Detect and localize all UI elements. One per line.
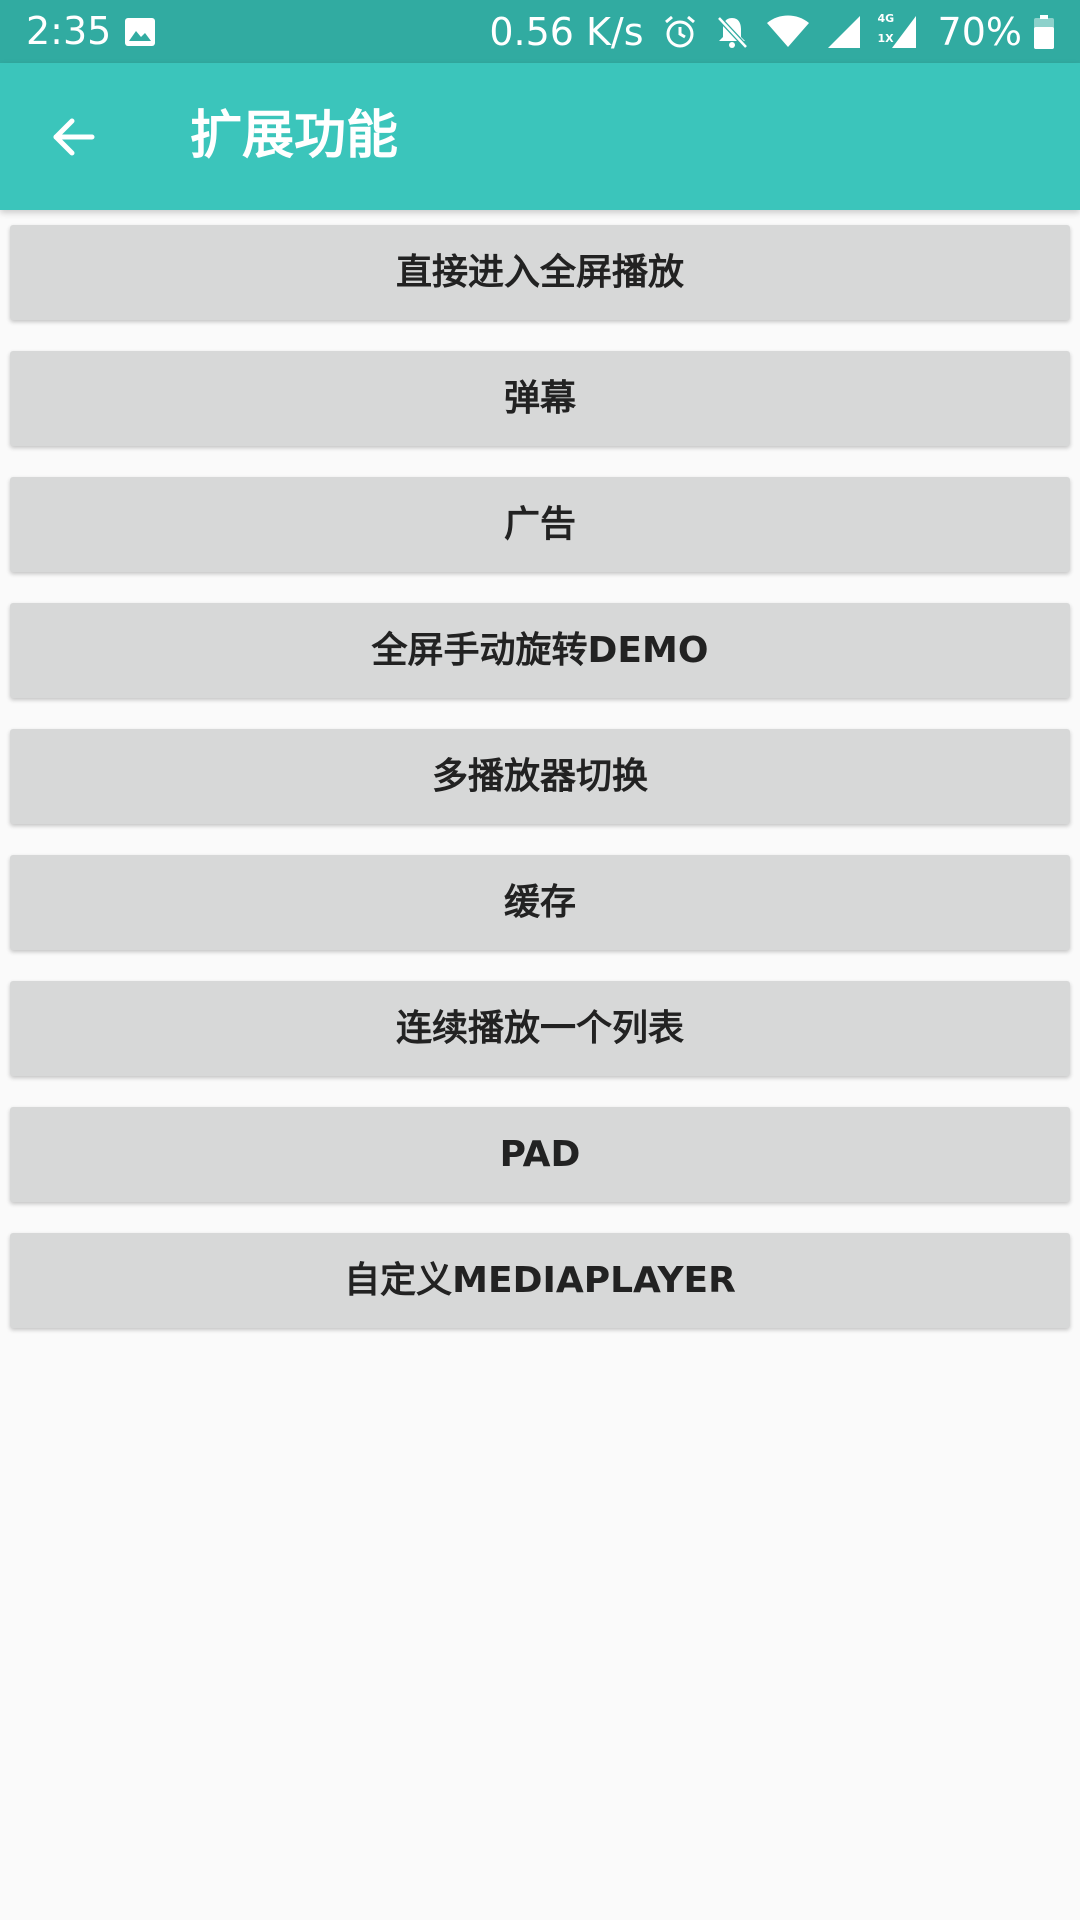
feature-button-list: 直接进入全屏播放 弹幕 广告 全屏手动旋转DEMO 多播放器切换 缓存 连续播放… [10,225,1070,1359]
status-bar: 2:35 0.56 K/s 4G 1X 70% [0,0,1080,63]
custom-mediaplayer-button[interactable]: 自定义MEDIAPLAYER [10,1233,1070,1328]
danmaku-button[interactable]: 弹幕 [10,351,1070,446]
battery-percent: 70% [937,9,1022,54]
wifi-icon [766,15,809,47]
cell-signal-icon [827,15,860,48]
pad-button[interactable]: PAD [10,1107,1070,1202]
ad-button[interactable]: 广告 [10,477,1070,572]
continuous-play-list-button[interactable]: 连续播放一个列表 [10,981,1070,1076]
battery-icon [1034,14,1054,49]
status-time: 2:35 [26,9,112,53]
network-speed: 0.56 K/s [489,9,644,54]
multi-player-switch-button[interactable]: 多播放器切换 [10,729,1070,824]
back-button[interactable] [28,91,120,183]
cell-signal-4g-icon: 4G 1X [878,12,918,50]
status-right: 0.56 K/s 4G 1X 70% [489,0,1054,63]
cache-button[interactable]: 缓存 [10,855,1070,950]
manual-rotate-demo-button[interactable]: 全屏手动旋转DEMO [10,603,1070,698]
arrow-back-icon [53,118,95,156]
image-icon [125,18,155,46]
page-title: 扩展功能 [190,106,399,166]
notifications-off-icon [716,15,748,49]
fullscreen-play-button[interactable]: 直接进入全屏播放 [10,225,1070,320]
alarm-icon [664,15,695,47]
app-bar: 扩展功能 [0,63,1080,210]
